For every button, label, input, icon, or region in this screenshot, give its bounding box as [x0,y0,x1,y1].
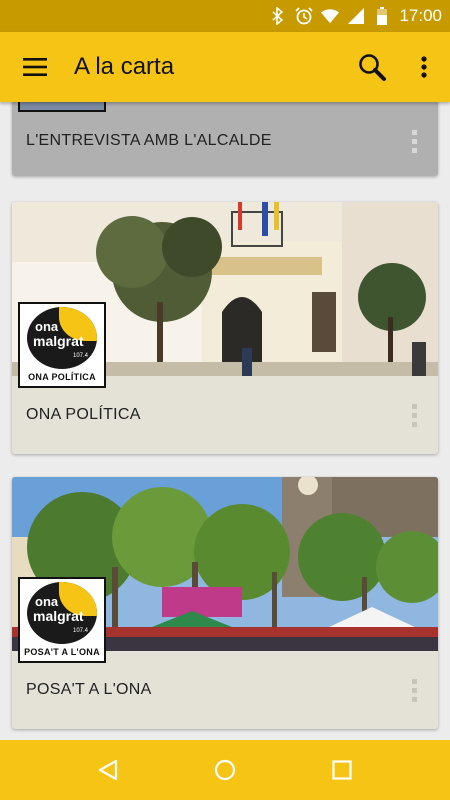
system-nav-bar [0,740,450,800]
program-logo: ona malgrat 107.4 ONA POLÍTICA [18,302,106,388]
status-bar: 17:00 [0,0,450,32]
search-icon[interactable] [346,32,398,102]
logo-brand-line1: ona [35,594,59,609]
alarm-icon [295,7,314,25]
program-card[interactable]: ona malgrat 107.4 ONA POLÍTICA ONA POLÍT… [12,202,438,454]
card-more-icon[interactable] [404,126,424,156]
logo-brand-line2: malgrat [33,608,84,624]
logo-brand-line1: ona [35,319,59,334]
program-title: ONA POLÍTICA [26,406,141,423]
program-card[interactable]: L'ENTREVISTA AMB L'ALCALDE [12,102,438,176]
logo-brand-line2: malgrat [33,333,84,349]
program-title: L'ENTREVISTA AMB L'ALCALDE [26,132,272,149]
recents-icon[interactable] [322,750,362,790]
program-logo [18,102,106,112]
program-logo: ona malgrat 107.4 POSA'T A L'ONA [18,577,106,663]
menu-icon[interactable] [0,32,70,102]
status-time: 17:00 [399,6,442,25]
wifi-icon [321,7,340,25]
bluetooth-icon [269,7,287,25]
logo-frequency: 107.4 [73,628,89,634]
logo-frequency: 107.4 [73,353,89,359]
more-vert-icon[interactable] [398,32,450,102]
program-card[interactable]: ona malgrat 107.4 POSA'T A L'ONA POSA'T … [12,477,438,729]
signal-icon [347,7,365,25]
program-list[interactable]: L'ENTREVISTA AMB L'ALCALDE ona malgrat 1… [0,102,450,740]
card-more-icon[interactable] [404,400,424,430]
page-title: A la carta [74,53,175,80]
home-icon[interactable] [205,750,245,790]
card-more-icon[interactable] [404,675,424,705]
battery-icon [373,7,391,25]
back-icon[interactable] [88,750,128,790]
logo-program-name: POSA'T A L'ONA [24,647,100,657]
program-title: POSA'T A L'ONA [26,681,152,698]
logo-program-name: ONA POLÍTICA [28,372,96,382]
app-bar: A la carta [0,32,450,102]
